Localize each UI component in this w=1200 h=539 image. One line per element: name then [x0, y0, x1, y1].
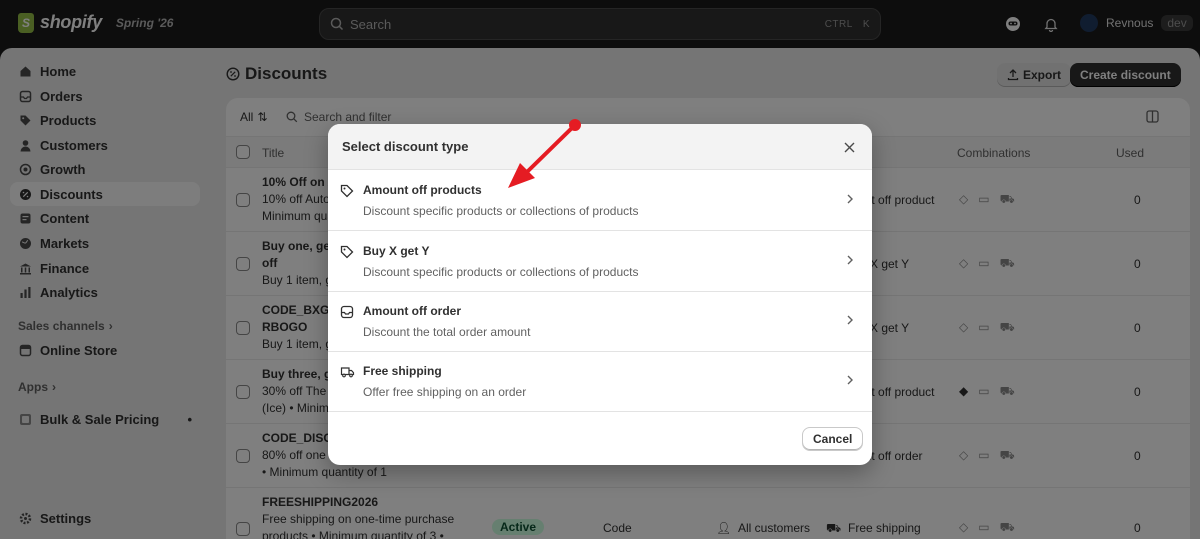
cancel-label: Cancel [813, 432, 853, 446]
option-title: Amount off products [363, 183, 482, 197]
option-desc: Discount the total order amount [363, 325, 531, 339]
modal-header: Select discount type [328, 124, 872, 170]
close-icon[interactable] [840, 138, 858, 156]
tag-icon [340, 245, 354, 259]
chevron-right-icon [847, 194, 853, 204]
cancel-button[interactable]: Cancel [802, 427, 864, 451]
chevron-right-icon [847, 375, 853, 385]
option-amount-off-products[interactable]: Amount off products Discount specific pr… [328, 170, 872, 231]
option-buy-x-get-y[interactable]: Buy X get Y Discount specific products o… [328, 231, 872, 292]
modal-footer: Cancel [328, 412, 872, 465]
tag-icon [340, 184, 354, 198]
option-amount-off-order[interactable]: Amount off order Discount the total orde… [328, 291, 872, 352]
option-desc: Discount specific products or collection… [363, 204, 639, 218]
option-title: Free shipping [363, 364, 442, 378]
order-icon [340, 305, 354, 319]
option-title: Buy X get Y [363, 244, 430, 258]
option-free-shipping[interactable]: Free shipping Offer free shipping on an … [328, 351, 872, 412]
select-discount-type-modal: Select discount type Amount off products… [328, 124, 872, 465]
chevron-right-icon [847, 255, 853, 265]
modal-title: Select discount type [342, 139, 469, 154]
option-desc: Discount specific products or collection… [363, 265, 639, 279]
truck-icon [340, 367, 355, 378]
chevron-right-icon [847, 315, 853, 325]
option-title: Amount off order [363, 304, 461, 318]
option-desc: Offer free shipping on an order [363, 385, 527, 399]
